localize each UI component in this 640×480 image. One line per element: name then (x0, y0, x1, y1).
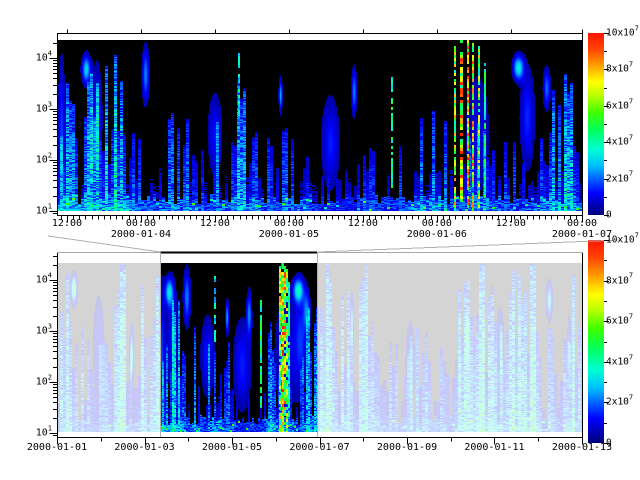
x-tick-date-label: 2000-01-07 (289, 442, 349, 453)
colorbar-label: 6x107 (606, 100, 633, 111)
x-tick-label: 12:00 (200, 218, 230, 229)
x-tick-label: 00:00 (567, 218, 597, 229)
colorbar-label: 4x107 (606, 137, 633, 148)
connector-line-right (317, 240, 620, 252)
x-tick-date-label: 2000-01-09 (377, 442, 437, 453)
colorbar-label: 8x107 (606, 64, 633, 75)
x-tick-date-label: 2000-01-01 (27, 442, 87, 453)
x-tick-date-label: 2000-01-05 (202, 442, 262, 453)
bottom-colorbar (588, 240, 604, 443)
x-tick-label: 00:00 (126, 218, 156, 229)
colorbar-label: 4x107 (606, 356, 633, 367)
colorbar-label: 2x107 (606, 173, 633, 184)
colorbar-label: 10x107 (606, 28, 639, 39)
connector-line-left (48, 236, 161, 252)
x-tick-date-label: 2000-01-13 (552, 442, 612, 453)
colorbar-label: 0 (606, 438, 612, 449)
x-tick-date-label: 2000-01-07 (552, 229, 612, 240)
x-tick-date-label: 2000-01-05 (259, 229, 319, 240)
x-tick-date-label: 2000-01-03 (114, 442, 174, 453)
colorbar-label: 2x107 (606, 397, 633, 408)
x-tick-date-label: 2000-01-11 (464, 442, 524, 453)
y-tick-label: 102 (0, 155, 52, 166)
y-tick-label: 103 (0, 104, 52, 115)
x-tick-date-label: 2000-01-06 (407, 229, 467, 240)
y-tick-label: 101 (0, 206, 52, 217)
x-tick-label: 12:00 (496, 218, 526, 229)
colorbar-label: 8x107 (606, 275, 633, 286)
x-tick-label: 12:00 (52, 218, 82, 229)
x-tick-label: 00:00 (274, 218, 304, 229)
y-tick-label: 104 (0, 53, 52, 64)
colorbar-label: 0 (606, 210, 612, 221)
y-tick-label: 104 (0, 275, 52, 286)
colorbar-label: 6x107 (606, 316, 633, 327)
x-tick-label: 12:00 (348, 218, 378, 229)
x-tick-label: 00:00 (422, 218, 452, 229)
y-tick-label: 103 (0, 326, 52, 337)
y-tick-label: 102 (0, 377, 52, 388)
top-spectrogram-canvas (57, 40, 582, 211)
bottom-spectrogram-canvas (57, 263, 582, 432)
colorbar-label: 10x107 (606, 235, 639, 246)
top-colorbar (588, 33, 604, 215)
plot-window: 12:0000:002000-01-0412:0000:002000-01-05… (0, 0, 640, 480)
y-tick-label: 101 (0, 428, 52, 439)
x-tick-date-label: 2000-01-04 (111, 229, 171, 240)
